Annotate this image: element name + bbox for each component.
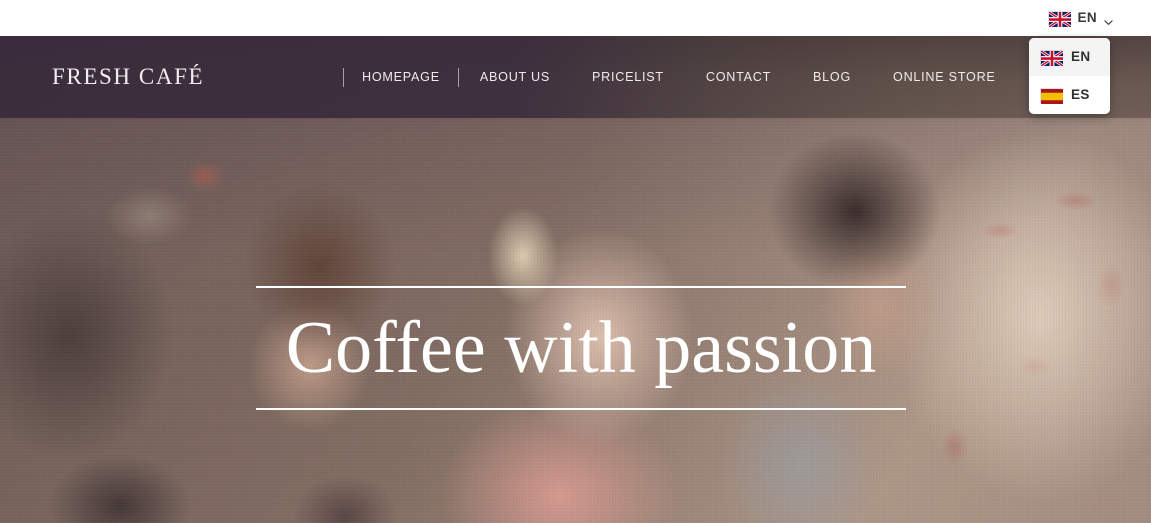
top-utility-bar: EN [0,0,1151,36]
nav-item-label: PRICELIST [592,69,664,84]
nav-item-blog[interactable]: BLOG [792,71,872,84]
nav-item-label: CONTACT [705,69,772,84]
language-selector[interactable]: EN [1048,8,1113,28]
site-header: FRESH CAFÉ HOMEPAGE ABOUT US PRICELIST C… [0,36,1151,118]
language-option-label: EN [1071,49,1091,65]
language-code: EN [1077,10,1097,26]
chevron-down-icon [1104,14,1113,25]
nav-item-label: ONLINE STORE [893,69,996,84]
uk-flag-icon [1048,10,1073,28]
nav-item-label: ABOUT US [479,69,550,84]
uk-flag-icon [1040,49,1064,67]
hero-title-block: Coffee with passion [256,286,906,410]
main-navigation: HOMEPAGE ABOUT US PRICELIST CONTACT BLOG… [343,64,1114,90]
nav-item-about-us[interactable]: ABOUT US [459,71,571,84]
nav-item-label: BLOG [813,69,852,84]
nav-item-online-store[interactable]: ONLINE STORE [872,71,1017,84]
page-root: Coffee with passion FRESH CAFÉ HOMEPAGE … [0,0,1151,523]
nav-item-pricelist[interactable]: PRICELIST [571,71,685,84]
hero-rule-bottom [256,408,906,410]
nav-item-contact[interactable]: CONTACT [685,71,792,84]
hero-title: Coffee with passion [285,307,877,389]
nav-item-label: HOMEPAGE [362,69,440,84]
language-option-label: ES [1071,87,1090,103]
language-option-en[interactable]: EN [1029,38,1110,76]
site-logo[interactable]: FRESH CAFÉ [52,64,204,90]
language-dropdown-menu: EN ES [1029,38,1110,114]
nav-item-homepage[interactable]: HOMEPAGE [344,71,458,84]
language-option-es[interactable]: ES [1029,76,1110,114]
spain-flag-icon [1040,87,1063,104]
